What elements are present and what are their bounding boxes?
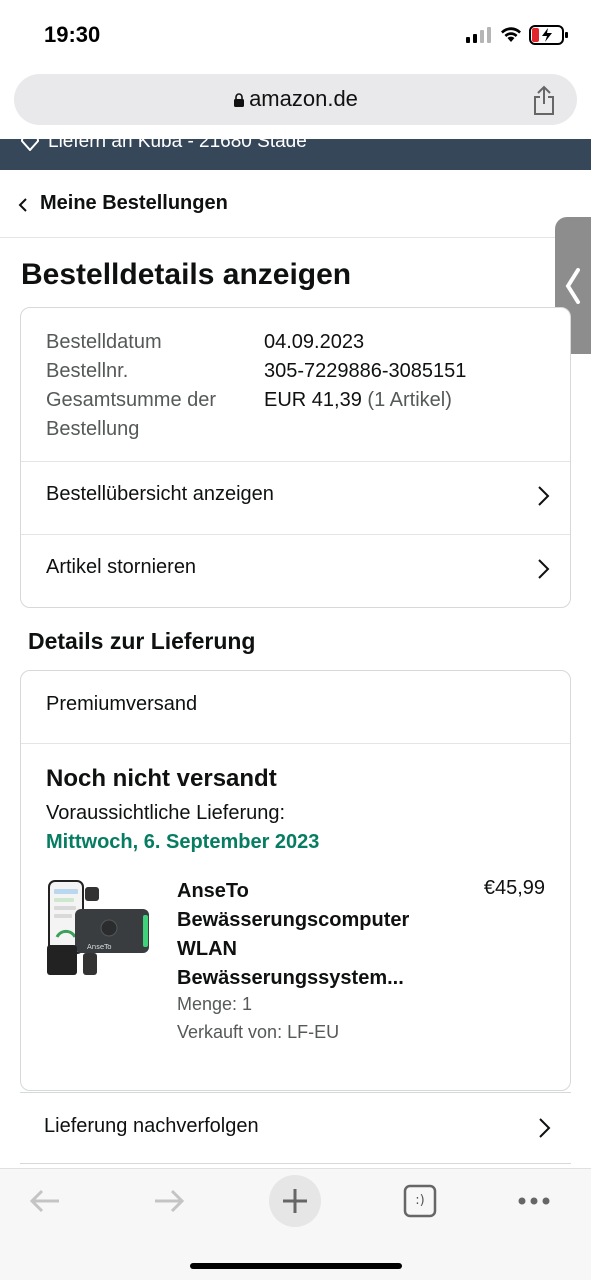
view-order-summary-label: Bestellübersicht anzeigen — [46, 483, 274, 505]
order-date-value: 04.09.2023 — [264, 331, 365, 353]
order-number-label: Bestellnr. — [46, 360, 129, 382]
eta-label: Voraussichtliche Lieferung: — [46, 802, 286, 824]
order-item-count: (1 Artikel) — [367, 389, 452, 411]
cellular-signal-icon — [466, 27, 491, 43]
location-pin-icon — [20, 139, 40, 151]
back-to-orders-link[interactable]: Meine Bestellungen — [0, 170, 591, 238]
chevron-right-icon — [539, 1118, 551, 1138]
eta-date: Mittwoch, 6. September 2023 — [46, 831, 320, 853]
url-text: amazon.de — [249, 86, 358, 111]
page-title: Bestelldetails anzeigen — [21, 258, 352, 291]
delivery-location-text: Liefern an Kuba - 21680 Stade — [48, 139, 307, 152]
track-delivery-label: Lieferung nachverfolgen — [44, 1115, 259, 1137]
product-image[interactable]: AnseTo — [45, 879, 155, 983]
product-seller: Verkauft von: LF-EU — [177, 1022, 340, 1042]
shipment-status: Noch nicht versandt — [46, 765, 277, 792]
product-quantity: Menge: 1 — [177, 994, 253, 1014]
order-total-amount: EUR 41,39 — [264, 389, 362, 411]
chevron-right-icon — [538, 486, 550, 506]
cancel-items-link[interactable]: Artikel stornieren — [21, 534, 570, 606]
order-summary-card: Bestelldatum 04.09.2023 Bestellnr. 305-7… — [20, 307, 571, 608]
order-number-value: 305-7229886-3085151 — [264, 360, 467, 382]
product-price: €45,99 — [483, 877, 545, 899]
forward-arrow-icon[interactable] — [152, 1187, 186, 1215]
chevron-right-icon — [538, 559, 550, 579]
tabs-button[interactable]: :) — [403, 1184, 437, 1218]
address-bar[interactable]: amazon.de — [14, 74, 577, 125]
order-number-row: Bestellnr. 305-7229886-3085151 — [46, 357, 556, 386]
cancel-items-label: Artikel stornieren — [46, 556, 197, 578]
new-tab-button[interactable] — [269, 1175, 321, 1227]
order-total-label: Gesamtsumme der Bestellung — [46, 389, 217, 440]
more-menu-icon[interactable] — [517, 1196, 551, 1206]
order-date-row: Bestelldatum 04.09.2023 — [46, 328, 556, 357]
url-display[interactable]: amazon.de — [14, 86, 577, 112]
order-total-row: Gesamtsumme der Bestellung EUR 41,39 (1 … — [46, 386, 556, 444]
back-link-label: Meine Bestellungen — [40, 192, 228, 214]
battery-charging-icon — [529, 25, 568, 45]
delivery-card: Premiumversand Noch nicht versandt Vorau… — [20, 670, 571, 1091]
order-date-label: Bestelldatum — [46, 331, 162, 353]
status-bar: 19:30 — [0, 0, 591, 70]
product-title[interactable]: AnseTo Bewässerungscomputer WLAN Bewässe… — [177, 877, 437, 993]
track-delivery-link[interactable]: Lieferung nachverfolgen — [20, 1092, 571, 1164]
tabs-count: :) — [415, 1193, 425, 1208]
delivery-location-bar[interactable]: Liefern an Kuba - 21680 Stade — [0, 139, 591, 170]
home-indicator — [190, 1263, 402, 1269]
view-order-summary-link[interactable]: Bestellübersicht anzeigen — [21, 461, 570, 533]
delivery-section-title: Details zur Lieferung — [28, 628, 256, 654]
order-info: Bestelldatum 04.09.2023 Bestellnr. 305-7… — [46, 328, 556, 444]
shipping-method: Premiumversand — [46, 693, 198, 715]
lock-icon — [234, 93, 245, 107]
status-time: 19:30 — [44, 22, 101, 47]
divider — [21, 743, 570, 744]
chevron-left-icon — [565, 268, 580, 304]
plus-icon — [283, 1189, 307, 1213]
back-arrow-icon[interactable] — [28, 1187, 62, 1215]
product-image-brand: AnseTo — [87, 943, 112, 951]
order-total-value: EUR 41,39 (1 Artikel) — [264, 386, 452, 415]
browser-toolbar: :) — [0, 1168, 591, 1280]
chevron-left-icon — [18, 198, 27, 212]
wifi-icon — [501, 27, 521, 42]
share-icon[interactable] — [531, 84, 557, 116]
